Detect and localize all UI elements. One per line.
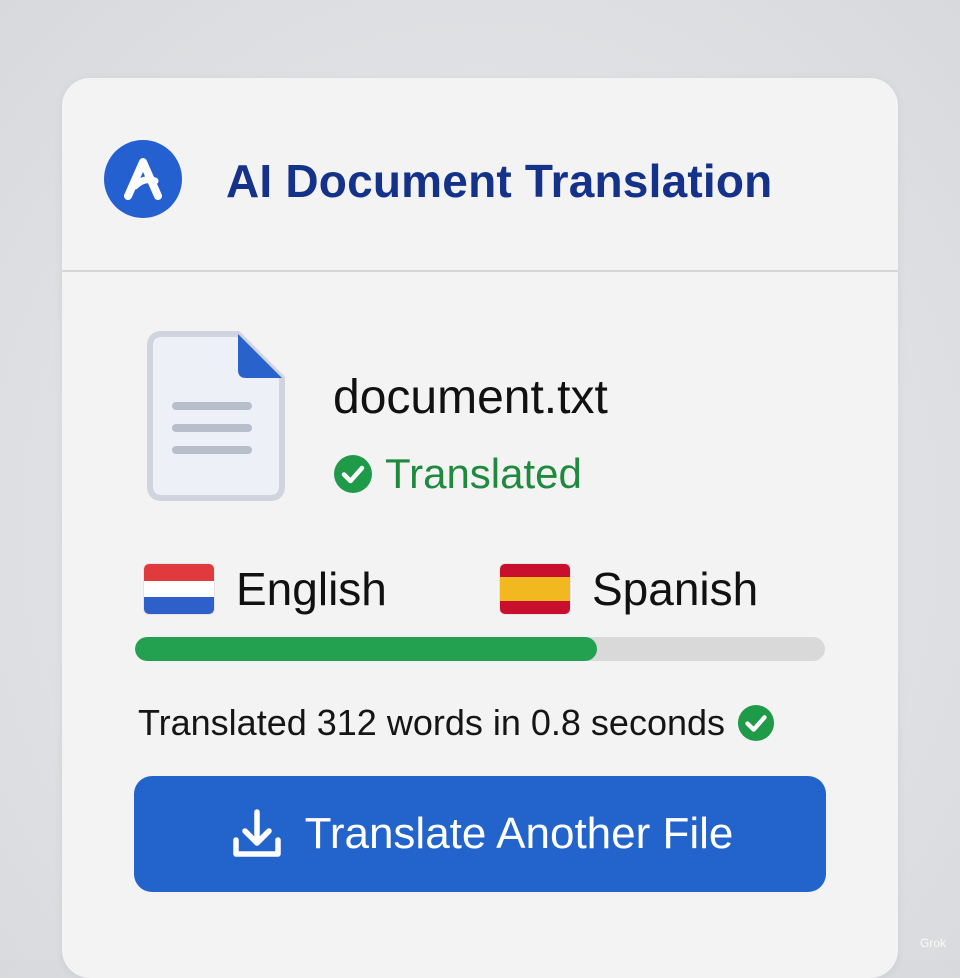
translate-another-file-label: Translate Another File xyxy=(304,809,734,858)
document-icon xyxy=(146,330,286,502)
download-icon xyxy=(227,804,287,864)
app-title: AI Document Translation xyxy=(226,155,773,207)
target-language[interactable]: Spanish xyxy=(500,562,758,616)
progress-fill xyxy=(135,637,598,661)
summary-text: Translated 312 words in 0.8 seconds xyxy=(138,702,726,743)
progress-bar xyxy=(135,637,825,661)
app-logo-icon xyxy=(104,140,182,218)
target-language-label: Spanish xyxy=(592,563,759,615)
translate-another-file-button[interactable]: Translate Another File xyxy=(134,776,826,892)
file-name: document.txt xyxy=(333,371,608,424)
status-text: Translated xyxy=(385,450,582,497)
check-circle-icon xyxy=(737,704,775,742)
watermark-text: Grok xyxy=(919,936,946,950)
netherlands-flag-icon xyxy=(144,564,214,614)
check-circle-icon xyxy=(333,454,373,494)
header-divider xyxy=(62,270,898,272)
source-language[interactable]: English xyxy=(144,562,387,616)
spain-flag-icon xyxy=(500,564,570,614)
translation-summary: Translated 312 words in 0.8 seconds xyxy=(138,700,775,746)
translation-card: AI Document Translation document.txt Tra… xyxy=(62,78,898,978)
status-badge: Translated xyxy=(333,450,582,498)
app-header: AI Document Translation xyxy=(62,78,898,270)
source-language-label: English xyxy=(236,563,387,615)
